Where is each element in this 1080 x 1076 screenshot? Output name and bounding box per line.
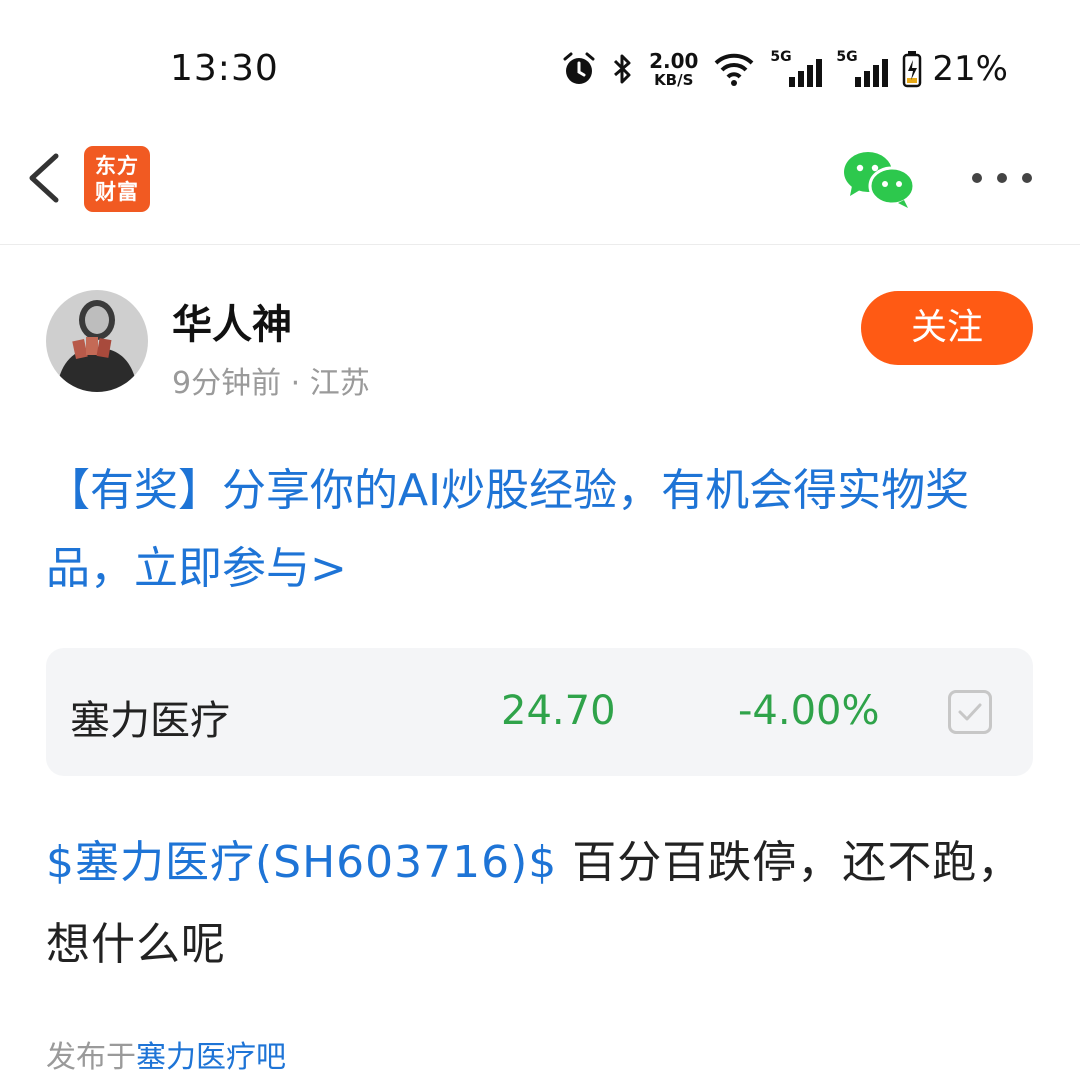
post-source: 发布于塞力医疗吧 xyxy=(46,1032,286,1076)
signal-icon: 5G xyxy=(770,49,823,87)
logo-line-1: 东方 xyxy=(95,154,139,178)
nav-bar: 东方 财富 xyxy=(0,140,1080,245)
status-bar: 13:30 2.00 KB/S 5G 5G 21% xyxy=(0,0,1080,140)
status-icons: 2.00 KB/S 5G 5G 21% xyxy=(561,44,1008,94)
stock-card[interactable]: 塞力医疗 24.70 -4.00% xyxy=(46,648,1033,776)
author-name[interactable]: 华人神 xyxy=(172,292,292,350)
avatar[interactable] xyxy=(46,290,148,392)
post-content: $塞力医疗(SH603716)$ 百分百跌停，还不跑，想什么呢 xyxy=(46,822,1046,986)
stock-price: 24.70 xyxy=(501,688,616,734)
battery-icon xyxy=(903,51,922,88)
promo-link[interactable]: 【有奖】分享你的AI炒股经验，有机会得实物奖品，立即参与> xyxy=(46,452,1046,608)
stock-change: -4.00% xyxy=(738,688,880,734)
source-prefix: 发布于 xyxy=(46,1040,136,1075)
net-speed: 2.00 KB/S xyxy=(649,51,698,88)
signal-icon-2: 5G xyxy=(836,49,889,87)
status-time: 13:30 xyxy=(170,48,279,89)
wechat-icon[interactable] xyxy=(842,148,916,208)
app-logo[interactable]: 东方 财富 xyxy=(84,146,150,212)
post-time: 9分钟前 xyxy=(172,366,282,401)
more-icon[interactable] xyxy=(972,158,1032,198)
check-icon xyxy=(958,703,982,721)
logo-line-2: 财富 xyxy=(95,180,139,204)
source-bar-link[interactable]: 塞力医疗吧 xyxy=(136,1040,286,1075)
post-meta: 9分钟前 · 江苏 xyxy=(172,358,370,402)
wifi-icon xyxy=(715,53,754,86)
stock-name: 塞力医疗 xyxy=(70,698,230,744)
net-speed-unit: KB/S xyxy=(654,70,694,89)
net-speed-value: 2.00 xyxy=(649,48,699,73)
battery-percent: 21% xyxy=(932,49,1008,89)
stock-tag-link[interactable]: $塞力医疗(SH603716)$ xyxy=(46,837,557,888)
add-watchlist-checkbox[interactable] xyxy=(948,690,992,734)
alarm-icon xyxy=(563,52,595,84)
bluetooth-icon xyxy=(614,54,631,84)
post-location: 江苏 xyxy=(309,366,370,401)
back-icon[interactable] xyxy=(20,148,70,208)
follow-button[interactable]: 关注 xyxy=(861,291,1033,365)
meta-separator: · xyxy=(290,366,301,401)
